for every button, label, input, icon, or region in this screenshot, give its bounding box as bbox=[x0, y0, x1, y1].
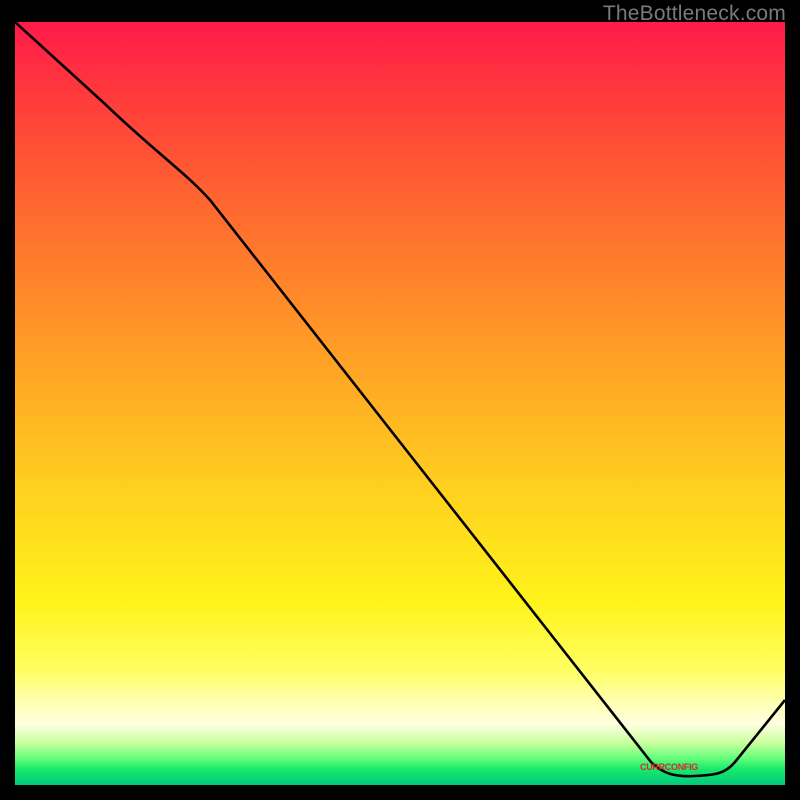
chart-gradient-background bbox=[15, 22, 785, 785]
optimal-marker-label: CURRCONFIG bbox=[640, 762, 698, 772]
chart-frame bbox=[15, 22, 785, 785]
